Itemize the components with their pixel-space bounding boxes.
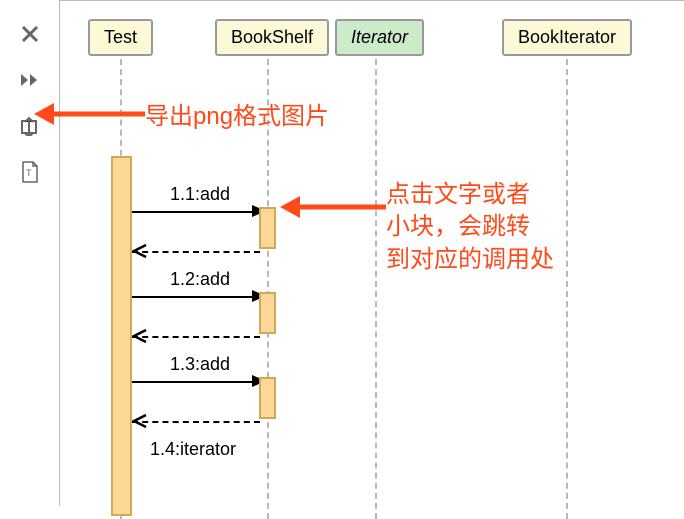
activation-bookshelf-3[interactable] [259, 377, 276, 419]
svg-text:T: T [26, 168, 32, 178]
return-arrow-1-3[interactable] [132, 421, 260, 423]
annotation-arrow-icon [278, 193, 388, 223]
message-arrow-1-3[interactable] [132, 381, 254, 383]
participant-bookiterator[interactable]: BookIterator [502, 19, 632, 56]
return-arrow-1-2[interactable] [132, 336, 260, 338]
participant-iterator[interactable]: Iterator [335, 19, 424, 56]
activation-test[interactable] [111, 156, 132, 516]
arrowhead-left-icon [132, 243, 148, 259]
return-arrow-1-1[interactable] [132, 251, 260, 253]
lifeline-bookiterator [566, 59, 568, 519]
message-label-1-1[interactable]: 1.1:add [170, 184, 230, 205]
lifeline-iterator [375, 59, 377, 519]
toolbar: T [0, 0, 60, 506]
message-arrow-1-2[interactable] [132, 296, 254, 298]
close-icon[interactable] [16, 20, 44, 48]
textfile-icon[interactable]: T [16, 158, 44, 186]
annotation-arrow-icon [32, 99, 147, 129]
message-arrow-1-1[interactable] [132, 211, 254, 213]
arrowhead-left-icon [132, 413, 148, 429]
participant-bookshelf[interactable]: BookShelf [215, 19, 329, 56]
arrowhead-left-icon [132, 328, 148, 344]
message-label-1-3[interactable]: 1.3:add [170, 354, 230, 375]
message-label-1-2[interactable]: 1.2:add [170, 269, 230, 290]
activation-bookshelf-2[interactable] [259, 292, 276, 334]
annotation-export: 导出png格式图片 [145, 101, 329, 133]
activation-bookshelf-1[interactable] [259, 207, 276, 249]
participant-test[interactable]: Test [88, 19, 153, 56]
run-icon[interactable] [16, 66, 44, 94]
message-label-1-4[interactable]: 1.4:iterator [150, 439, 236, 460]
diagram-canvas: Test BookShelf Iterator BookIterator 1.1… [60, 0, 684, 506]
annotation-jump: 点击文字或者 小块，会跳转 到对应的调用处 [386, 179, 554, 276]
